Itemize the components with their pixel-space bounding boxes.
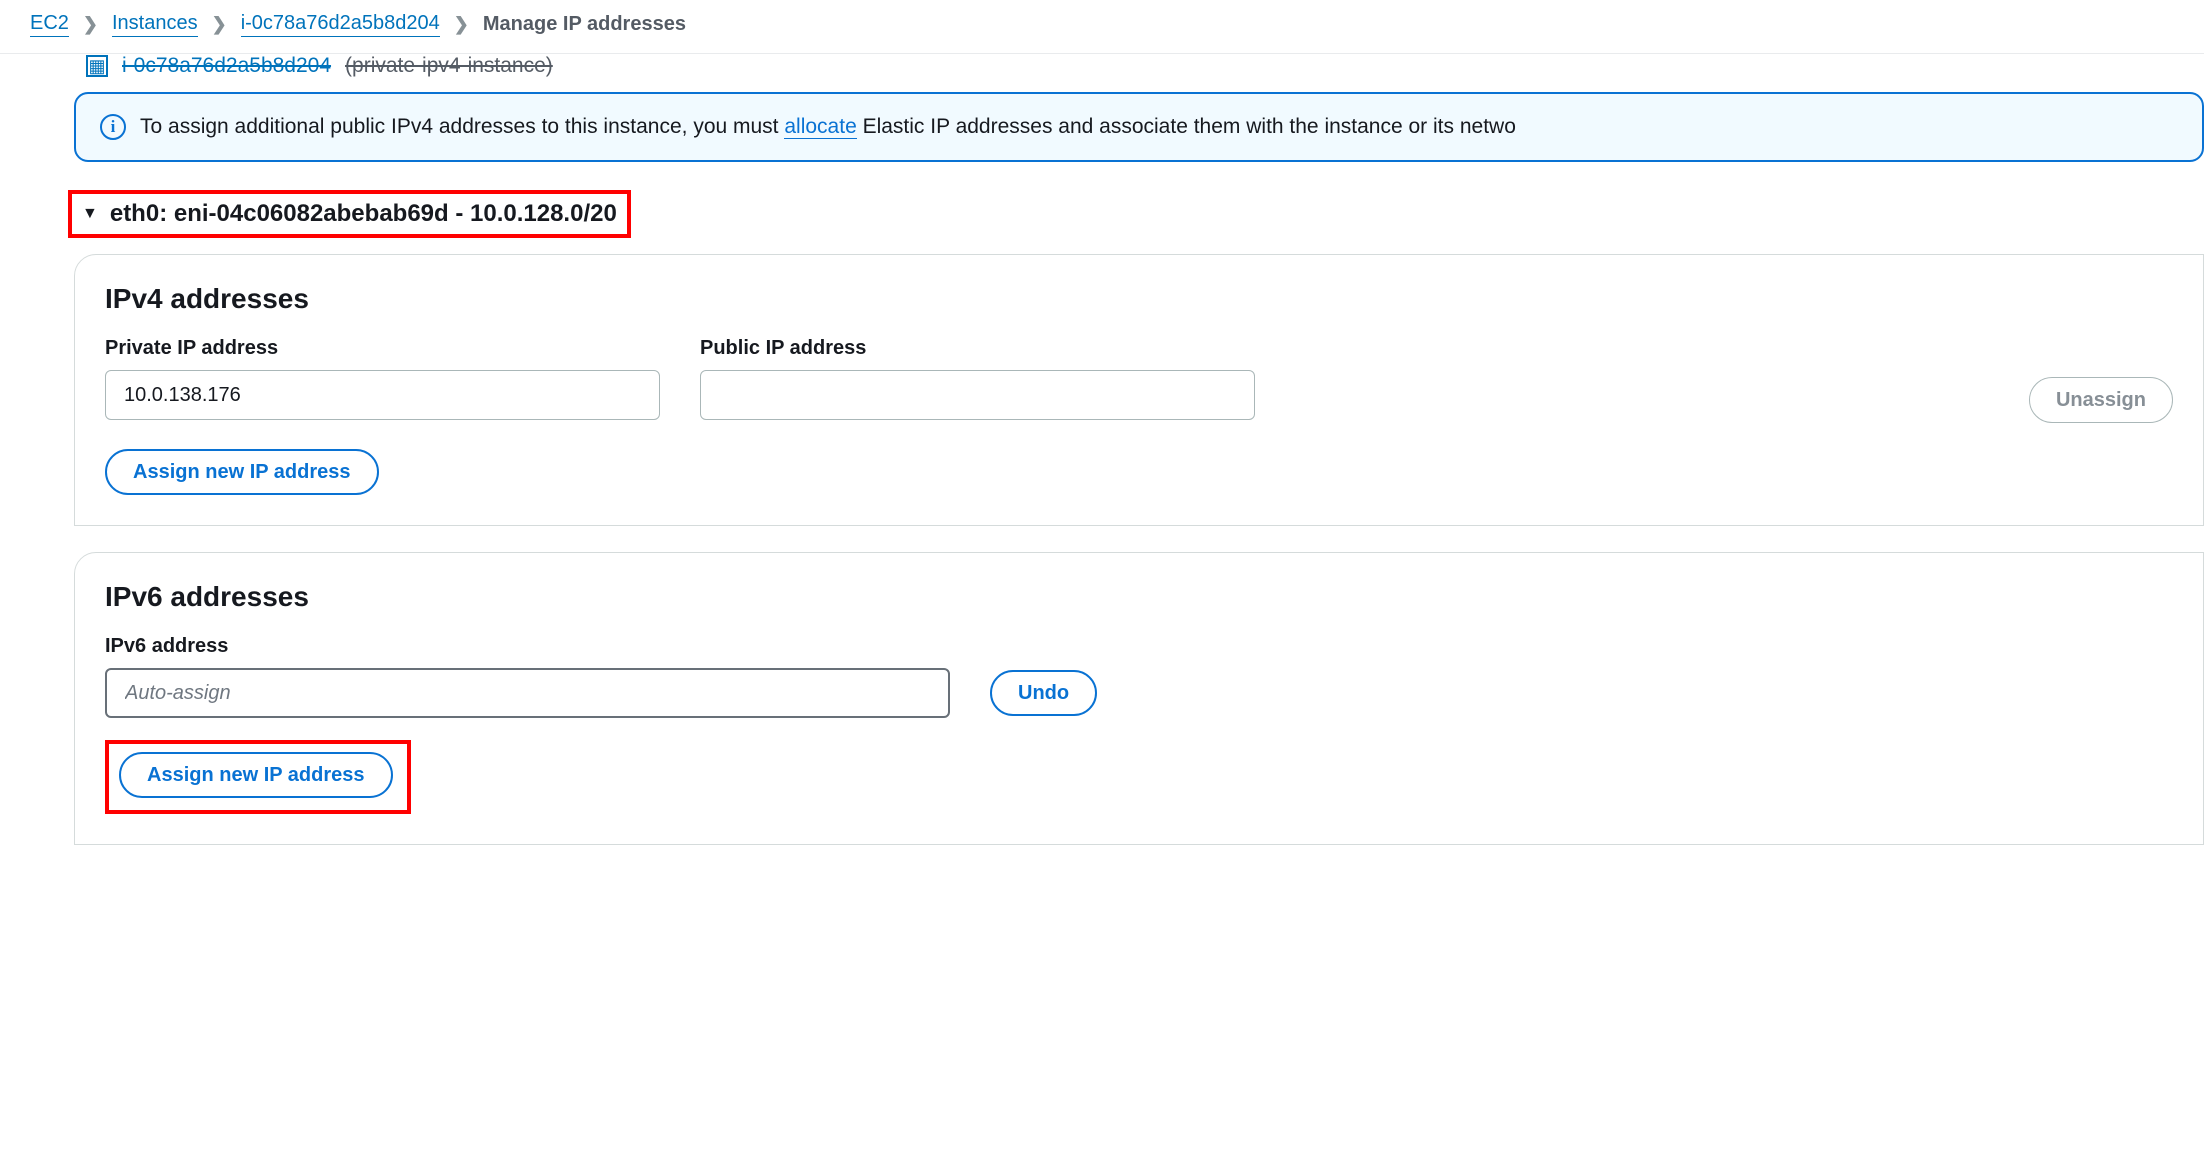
assign-new-ipv6-highlight: Assign new IP address — [105, 740, 411, 814]
chevron-right-icon: ❯ — [83, 14, 98, 35]
ipv4-title: IPv4 addresses — [105, 283, 2173, 315]
assign-new-ipv4-button[interactable]: Assign new IP address — [105, 449, 379, 495]
public-ip-field: Public IP address — [700, 337, 1255, 420]
breadcrumb-instance-id[interactable]: i-0c78a76d2a5b8d204 — [241, 12, 440, 37]
ipv6-label: IPv6 address — [105, 635, 2173, 658]
private-ip-input[interactable] — [105, 370, 660, 420]
private-ip-field: Private IP address — [105, 337, 660, 420]
undo-button[interactable]: Undo — [990, 670, 1097, 716]
breadcrumb-current: Manage IP addresses — [483, 13, 686, 36]
ipv6-title: IPv6 addresses — [105, 581, 2173, 613]
unassign-button[interactable]: Unassign — [2029, 377, 2173, 423]
info-banner: i To assign additional public IPv4 addre… — [74, 92, 2204, 162]
assign-new-ipv6-button[interactable]: Assign new IP address — [119, 752, 393, 798]
eni-label: eth0: eni-04c06082abebab69d - 10.0.128.0… — [110, 200, 617, 228]
unassign-wrap: Unassign — [2029, 337, 2173, 423]
private-ip-label: Private IP address — [105, 337, 660, 360]
ipv4-panel: IPv4 addresses Private IP address Public… — [74, 254, 2204, 526]
info-banner-text-after: Elastic IP addresses and associate them … — [857, 115, 1516, 138]
instance-name-paren: (private-ipv4-instance) — [345, 54, 553, 78]
eni-toggle[interactable]: ▼ eth0: eni-04c06082abebab69d - 10.0.128… — [68, 190, 631, 238]
ipv6-field: IPv6 address Undo — [105, 635, 2173, 718]
main-content: ▦ i-0c78a76d2a5b8d204 (private-ipv4-inst… — [0, 46, 2204, 845]
public-ip-label: Public IP address — [700, 337, 1255, 360]
instance-icon: ▦ — [86, 55, 108, 77]
info-icon: i — [100, 114, 126, 140]
public-ip-input[interactable] — [700, 370, 1255, 420]
ipv6-input[interactable] — [105, 668, 950, 718]
instance-header-truncated: ▦ i-0c78a76d2a5b8d204 (private-ipv4-inst… — [78, 46, 2204, 92]
breadcrumb-instances[interactable]: Instances — [112, 12, 198, 37]
instance-id-link[interactable]: i-0c78a76d2a5b8d204 — [122, 54, 331, 78]
ipv6-panel: IPv6 addresses IPv6 address Undo Assign … — [74, 552, 2204, 845]
info-banner-text-before: To assign additional public IPv4 address… — [140, 115, 784, 138]
caret-down-icon: ▼ — [82, 205, 98, 223]
allocate-link[interactable]: allocate — [784, 115, 856, 139]
chevron-right-icon: ❯ — [454, 14, 469, 35]
breadcrumb-ec2[interactable]: EC2 — [30, 12, 69, 37]
info-banner-text: To assign additional public IPv4 address… — [140, 115, 1516, 139]
chevron-right-icon: ❯ — [212, 14, 227, 35]
ipv4-row: Private IP address Public IP address Una… — [105, 337, 2173, 423]
